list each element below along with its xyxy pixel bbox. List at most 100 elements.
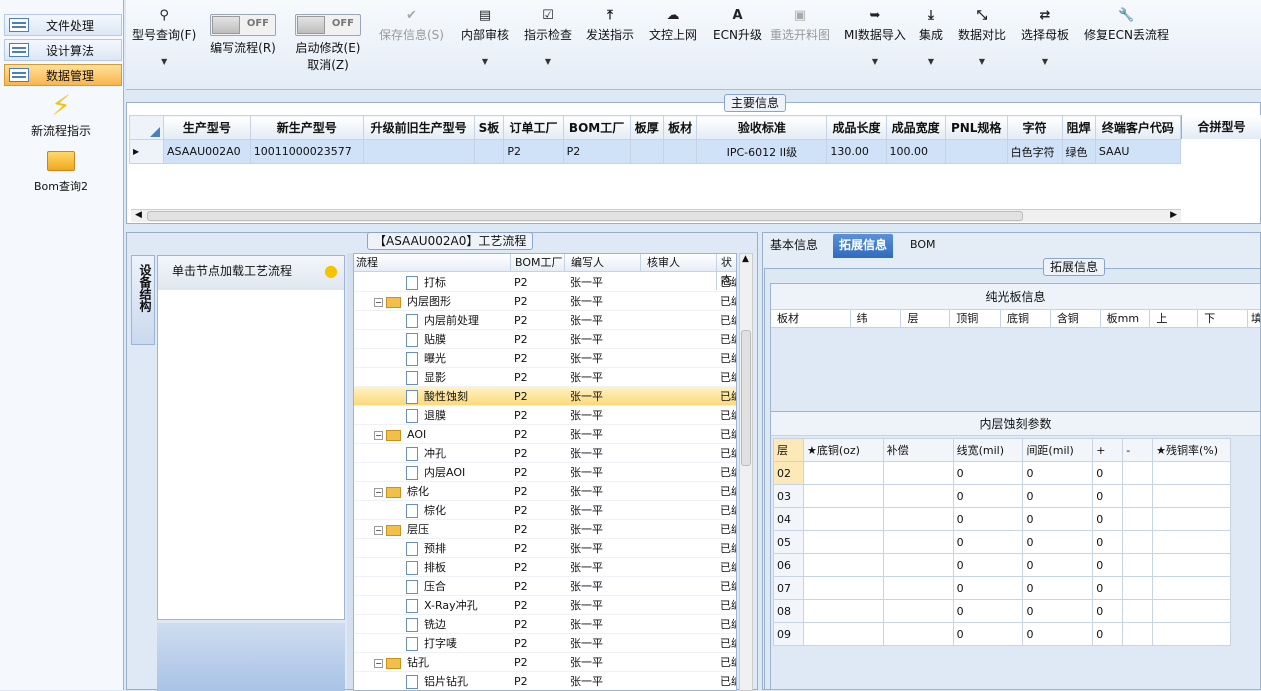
etch-cell[interactable] — [1152, 507, 1231, 531]
col-header[interactable]: 填 — [1248, 310, 1260, 327]
table-row[interactable]: 04 0 0 0 — [773, 507, 1231, 531]
etch-cell[interactable]: 0 — [952, 622, 1024, 646]
instruction-check-button[interactable]: ☑ 指示检查 ▼ — [524, 8, 572, 66]
table-row[interactable]: ▶ ASAAU002A0 10011000023577 P2 P2 IPC-60… — [129, 139, 1181, 164]
table-row[interactable]: 06 0 0 0 — [773, 553, 1231, 577]
etch-cell[interactable]: 02 — [773, 461, 804, 485]
nav-item-data-management[interactable]: 数据管理 — [4, 64, 122, 86]
tree-row[interactable]: 酸性蚀刻 P2 张一平 已编 — [354, 387, 736, 406]
start-modify-toggle[interactable]: OFF 启动修改(E) 取消(Z) — [295, 14, 361, 73]
etch-cell[interactable]: 0 — [952, 576, 1024, 600]
tree-row[interactable]: −内层图形 P2 张一平 已编 — [354, 292, 736, 311]
tab-extended-info[interactable]: 拓展信息 — [833, 234, 894, 258]
etch-cell[interactable] — [802, 622, 884, 646]
col-header[interactable]: 生产型号 — [163, 115, 251, 140]
etch-cell[interactable] — [1152, 484, 1231, 508]
col-header[interactable]: 顶铜 — [950, 310, 1002, 327]
etch-cell[interactable] — [882, 461, 954, 485]
etch-cell[interactable] — [802, 553, 884, 577]
table-row[interactable]: 09 0 0 0 — [773, 622, 1231, 646]
etch-cell[interactable]: 0 — [1092, 576, 1124, 600]
tree-row[interactable]: 棕化 P2 张一平 已编 — [354, 501, 736, 520]
etch-cell[interactable]: 03 — [773, 484, 804, 508]
etch-cell[interactable] — [1122, 484, 1154, 508]
integrate-button[interactable]: ⤓ 集成 ▼ — [919, 8, 943, 66]
etch-cell[interactable] — [882, 599, 954, 623]
tree-row[interactable]: 内层AOI P2 张一平 已编 — [354, 463, 736, 482]
etch-cell[interactable] — [1152, 599, 1231, 623]
col-header[interactable]: 线宽(mil) — [952, 438, 1024, 462]
col-header[interactable]: 层 — [773, 438, 804, 462]
etch-cell[interactable]: 0 — [1022, 553, 1094, 577]
tree-row[interactable]: −钻孔 P2 张一平 已编 — [354, 653, 736, 672]
col-header[interactable]: 订单工厂 — [503, 115, 564, 140]
tree-row[interactable]: 冲孔 P2 张一平 已编 — [354, 444, 736, 463]
etch-cell[interactable]: 0 — [952, 461, 1024, 485]
new-flow-indicator-item[interactable]: ⚡ 新流程指示 — [0, 90, 122, 139]
col-header[interactable]: 阻焊 — [1061, 115, 1096, 140]
tree-row[interactable]: 打字唛 P2 张一平 已编 — [354, 634, 736, 653]
col-header[interactable]: 板材 — [662, 115, 698, 140]
tree-row[interactable]: 内层前处理 P2 张一平 已编 — [354, 311, 736, 330]
etch-cell[interactable]: 0 — [1092, 461, 1124, 485]
etch-cell[interactable]: 08 — [773, 599, 804, 623]
col-header[interactable]: 下 — [1198, 310, 1248, 327]
tree-row[interactable]: X-Ray冲孔 P2 张一平 已编 — [354, 596, 736, 615]
send-instruction-button[interactable]: ⤒ 发送指示 — [586, 8, 634, 43]
etch-cell[interactable]: 0 — [1022, 576, 1094, 600]
col-header[interactable]: - — [1122, 438, 1154, 462]
col-header[interactable]: PNL规格 — [944, 115, 1008, 140]
tree-row[interactable]: 显影 P2 张一平 已编 — [354, 368, 736, 387]
etch-cell[interactable] — [802, 461, 884, 485]
tree-row[interactable]: 贴膜 P2 张一平 已编 — [354, 330, 736, 349]
etch-cell[interactable] — [1152, 622, 1231, 646]
etch-cell[interactable]: 0 — [1092, 484, 1124, 508]
col-header[interactable]: 上 — [1150, 310, 1199, 327]
col-header[interactable]: 底铜 — [1001, 310, 1051, 327]
col-header[interactable]: 间距(mil) — [1022, 438, 1094, 462]
col-header[interactable]: 补偿 — [882, 438, 954, 462]
tree-row[interactable]: 排板 P2 张一平 已编 — [354, 558, 736, 577]
collapse-icon[interactable]: − — [374, 525, 383, 535]
etch-cell[interactable] — [802, 484, 884, 508]
etch-cell[interactable]: 0 — [952, 507, 1024, 531]
etch-cell[interactable]: 0 — [1092, 622, 1124, 646]
etch-cell[interactable]: 0 — [1092, 507, 1124, 531]
tree-row[interactable]: 铝片钻孔 P2 张一平 已编 — [354, 672, 736, 690]
etch-cell[interactable]: 09 — [773, 622, 804, 646]
col-header[interactable]: 成品宽度 — [885, 115, 946, 140]
col-header[interactable]: 板材 — [771, 310, 851, 327]
etch-cell[interactable] — [1122, 530, 1154, 554]
combined-model-header[interactable]: 合拼型号 — [1181, 115, 1261, 139]
tab-bom[interactable]: BOM — [904, 234, 942, 258]
etch-cell[interactable] — [1122, 461, 1154, 485]
col-header[interactable]: + — [1092, 438, 1124, 462]
model-query-button[interactable]: ⚲ 型号查询(F) ▼ — [132, 8, 196, 66]
etch-cell[interactable]: 0 — [1022, 599, 1094, 623]
col-header[interactable]: 字符 — [1006, 115, 1063, 140]
etch-cell[interactable]: 0 — [1092, 553, 1124, 577]
equipment-structure-tab[interactable]: 设备结构 — [131, 255, 155, 345]
col-header[interactable]: ★残铜率(%) — [1152, 438, 1231, 462]
etch-cell[interactable] — [1152, 576, 1231, 600]
etch-cell[interactable] — [882, 530, 954, 554]
data-compare-button[interactable]: ⤡ 数据对比 ▼ — [958, 8, 1006, 66]
etch-cell[interactable] — [1152, 530, 1231, 554]
ecn-upgrade-button[interactable]: A ECN升级 — [713, 8, 762, 43]
col-header[interactable]: 验收标准 — [696, 115, 828, 140]
col-header[interactable]: 核审人 — [640, 254, 716, 272]
horizontal-scrollbar[interactable]: ◀ ▶ — [131, 209, 1181, 222]
etch-cell[interactable] — [1122, 599, 1154, 623]
etch-cell[interactable] — [802, 599, 884, 623]
etch-cell[interactable]: 0 — [1022, 461, 1094, 485]
col-header[interactable]: 成品长度 — [826, 115, 887, 140]
etch-cell[interactable]: 06 — [773, 553, 804, 577]
doc-control-online-button[interactable]: ☁ 文控上网 — [649, 8, 697, 43]
collapse-icon[interactable]: − — [374, 430, 383, 440]
col-header[interactable]: 终端客户代码 — [1094, 115, 1181, 140]
vertical-scrollbar[interactable]: ▲ — [739, 253, 753, 691]
etch-cell[interactable] — [802, 530, 884, 554]
tree-row[interactable]: 铣边 P2 张一平 已编 — [354, 615, 736, 634]
reselect-cut-map-button[interactable]: ▣ 重选开料图 — [770, 8, 830, 43]
etch-cell[interactable] — [882, 553, 954, 577]
